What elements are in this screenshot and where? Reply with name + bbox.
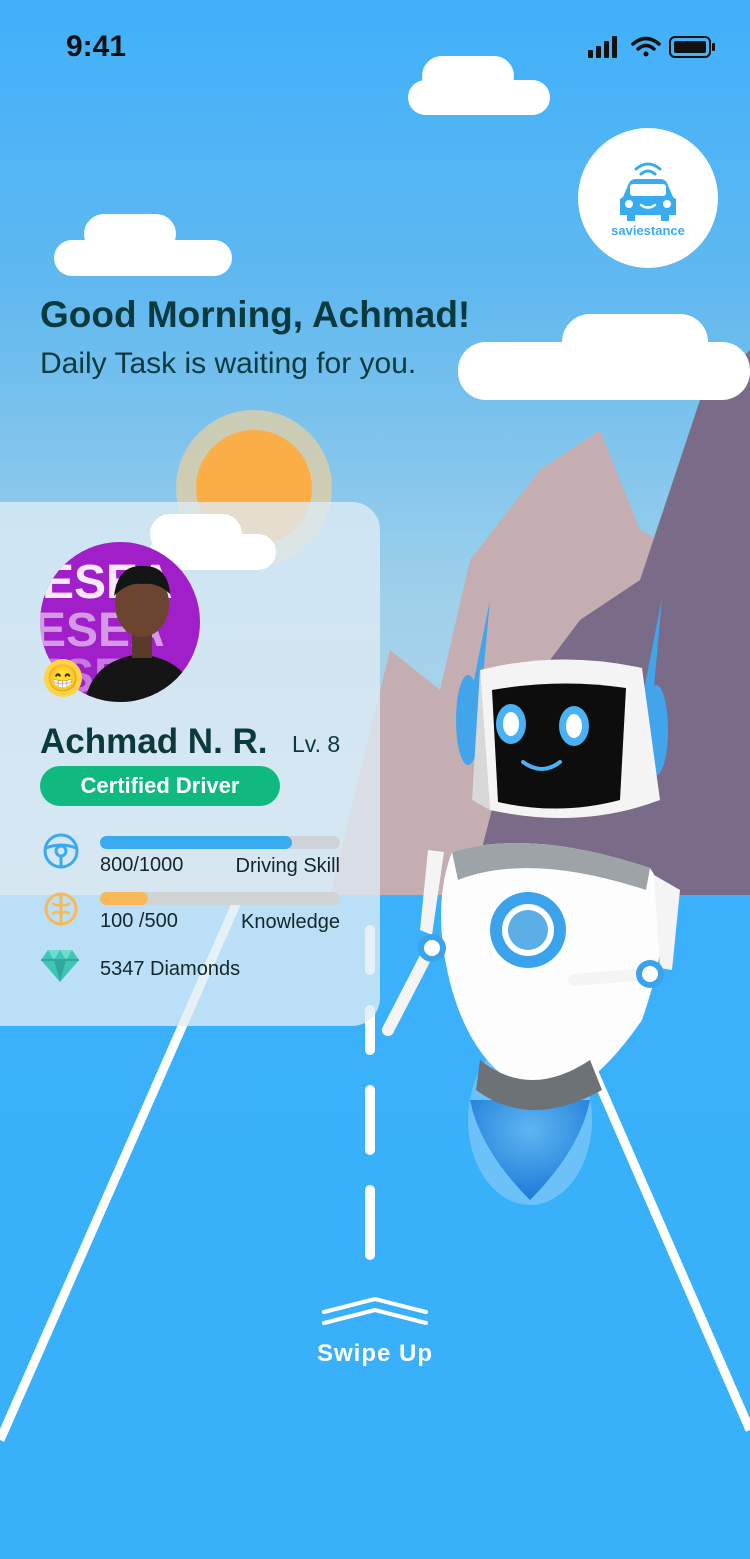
avatar-emoji: 😁 (44, 659, 82, 697)
home-screen: 9:41 saviestance Good Morning, Achmad! D… (0, 0, 750, 1559)
knowledge-fill (100, 892, 148, 905)
profile-level: Lv. 8 (292, 731, 341, 757)
diamond-icon (41, 950, 79, 982)
car-icon (620, 162, 676, 221)
robot-mascot (382, 598, 680, 1205)
chevron-up-icon[interactable] (320, 1296, 430, 1328)
cloud (150, 514, 242, 554)
knowledge-label: Knowledge (241, 911, 340, 933)
driving-skill-value: 800/1000 (100, 854, 184, 876)
wifi-icon (631, 36, 661, 57)
profile-name: Achmad N. R. (40, 722, 268, 761)
brand-name: saviestance (611, 222, 685, 238)
cloud (422, 56, 514, 96)
greeting-title: Good Morning, Achmad! (40, 294, 471, 335)
brain-icon (44, 892, 78, 926)
status-icons (588, 34, 720, 65)
certified-badge: Certified Driver (40, 766, 280, 806)
driving-skill-fill (100, 836, 292, 849)
knowledge-value: 100 /500 (100, 910, 178, 932)
signal-icon (588, 36, 617, 58)
knowledge-bar (100, 892, 340, 905)
battery-icon (669, 36, 715, 58)
cloud (562, 314, 708, 370)
cloud (84, 214, 176, 254)
steering-wheel-icon (43, 833, 79, 869)
brand-logo[interactable]: saviestance (578, 128, 718, 268)
driving-skill-bar (100, 836, 340, 849)
diamonds-value: 5347 Diamonds (100, 958, 241, 980)
status-time: 9:41 (66, 30, 127, 63)
driving-skill-label: Driving Skill (235, 855, 340, 877)
swipe-up-label[interactable]: Swipe Up (0, 1340, 750, 1368)
greeting-subtitle: Daily Task is waiting for you. (40, 347, 417, 380)
